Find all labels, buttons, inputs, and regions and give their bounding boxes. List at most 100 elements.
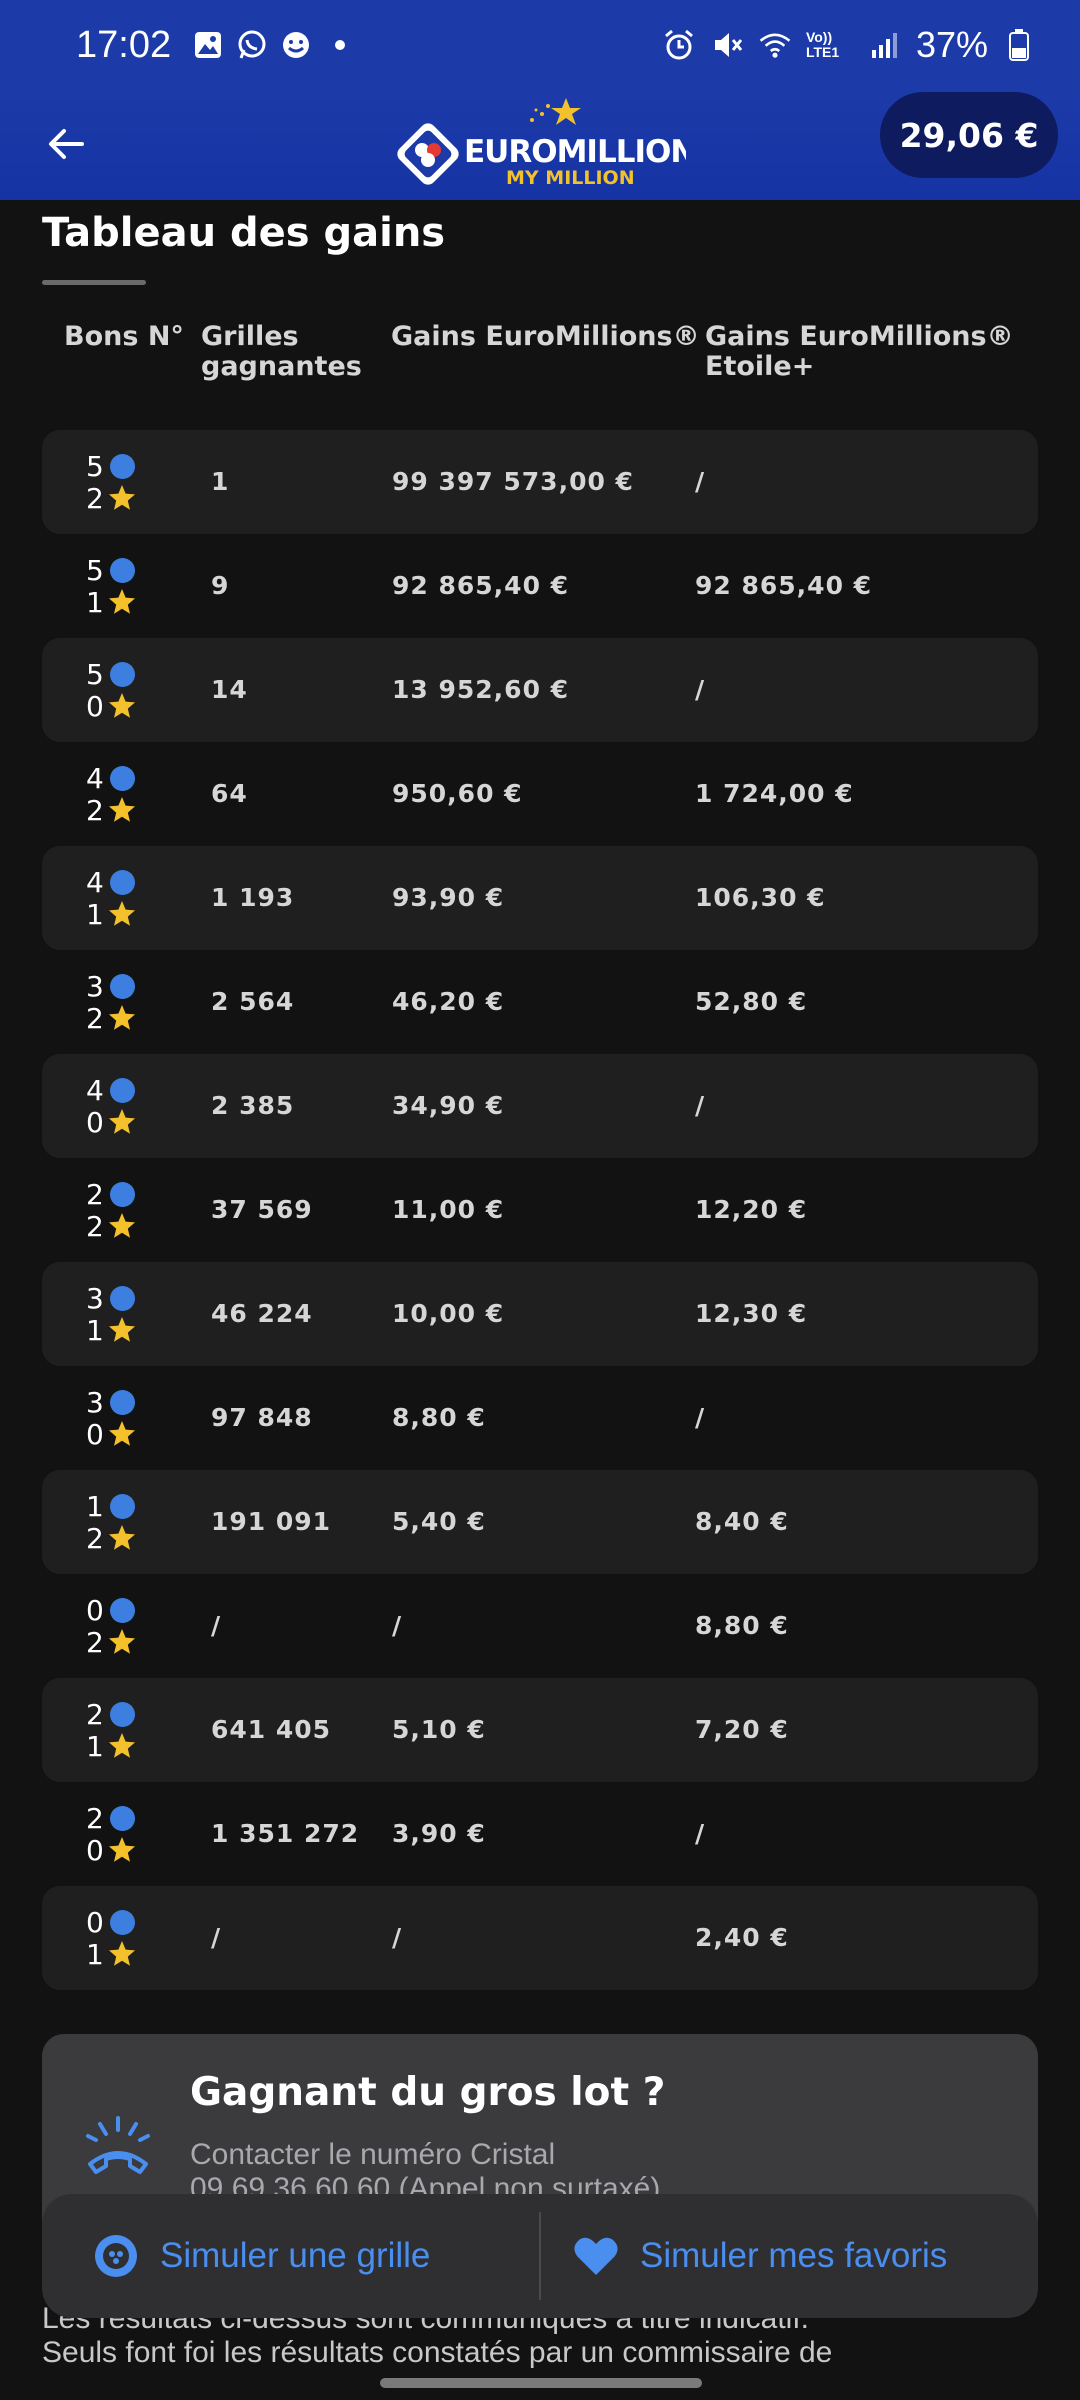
ball-icon: [109, 661, 135, 687]
more-notifications-dot-icon: [323, 28, 357, 62]
gains-etoile-plus: 12,20 €: [695, 1195, 808, 1224]
star-count: 2: [86, 793, 136, 827]
table-row: 2 2 37 569 11,00 € 12,20 €: [42, 1158, 1038, 1262]
grilles-gagnantes: 97 848: [211, 1403, 313, 1432]
title-underline: [42, 280, 146, 285]
gains-euromillions: /: [392, 1923, 403, 1952]
table-row: 5 1 9 92 865,40 € 92 865,40 €: [42, 534, 1038, 638]
ball-icon: [109, 1389, 135, 1415]
bons-numeros: 31: [86, 1282, 146, 1348]
ball-count-value: 3: [86, 1281, 104, 1315]
gains-euromillions: 950,60 €: [392, 779, 523, 808]
ball-count-value: 4: [86, 865, 104, 899]
star-count: 1: [86, 1314, 136, 1347]
signal-icon: [868, 28, 902, 62]
bons-numeros: 22: [86, 1178, 146, 1244]
simulate-favorites-button[interactable]: Simuler mes favoris: [572, 2194, 947, 2318]
mute-icon: [710, 28, 744, 62]
action-bar: Simuler une grille Simuler mes favoris: [42, 2194, 1038, 2318]
ball-icon: [109, 869, 135, 895]
star-count-value: 1: [86, 1729, 104, 1763]
header-grilles-line2: gagnantes: [201, 351, 362, 382]
grilles-gagnantes: 2 385: [211, 1091, 295, 1120]
grilles-gagnantes: 14: [211, 675, 248, 704]
bons-numeros: 20: [86, 1802, 146, 1868]
ball-icon: [109, 1181, 135, 1207]
ball-icon: [109, 765, 135, 791]
grilles-gagnantes: 1: [211, 467, 230, 496]
table-header: Bons N° Grilles gagnantes Gains EuroMill…: [0, 322, 1080, 392]
gains-etoile-plus: 52,80 €: [695, 987, 808, 1016]
gains-euromillions: 10,00 €: [392, 1299, 505, 1328]
ball-count-value: 2: [86, 1801, 104, 1835]
gains-etoile-plus: 7,20 €: [695, 1715, 789, 1744]
ball-count: 5: [86, 554, 135, 587]
notification-icons: [191, 28, 357, 62]
star-icon: [108, 1524, 136, 1552]
table-row: 40 2 385 34,90 € /: [42, 1054, 1038, 1158]
star-count: 2: [86, 1626, 136, 1659]
star-count: 2: [86, 482, 136, 515]
battery-icon: [1002, 28, 1036, 62]
ball-count: 3: [86, 1281, 135, 1315]
ball-count: 5: [86, 658, 135, 691]
ball-icon: [109, 557, 135, 583]
simulate-grid-label: Simuler une grille: [160, 2236, 431, 2275]
ball-count-value: 1: [86, 1489, 104, 1523]
gains-euromillions: 3,90 €: [392, 1819, 486, 1848]
star-count-value: 2: [86, 793, 104, 827]
lottery-ball-icon: [92, 2232, 140, 2280]
ball-count-value: 5: [86, 449, 104, 483]
bons-numeros: 32: [86, 970, 146, 1036]
table-row: 1 2 191 091 5,40 € 8,40 €: [42, 1470, 1038, 1574]
status-time: 17:02: [76, 23, 172, 66]
snapchat-face-icon: [279, 28, 313, 62]
star-count-value: 1: [86, 585, 104, 619]
ball-count: 3: [86, 1386, 135, 1419]
page-title: Tableau des gains: [42, 210, 446, 256]
ball-count: 5: [86, 449, 135, 483]
grilles-gagnantes: /: [211, 1923, 222, 1952]
table-row: 41 1 193 93,90 € 106,30 €: [42, 846, 1038, 950]
star-count: 2: [86, 1522, 136, 1555]
bons-numeros: 40: [86, 1074, 146, 1140]
star-icon: [108, 484, 136, 512]
ball-count: 4: [86, 1073, 135, 1107]
phone-ringing-icon: [82, 2112, 154, 2178]
grilles-gagnantes: 1 351 272: [211, 1819, 360, 1848]
gains-euromillions: 93,90 €: [392, 883, 505, 912]
star-icon: [108, 1212, 136, 1240]
star-count-value: 0: [86, 1417, 104, 1451]
header-bons: Bons N°: [64, 321, 184, 352]
star-icon: [108, 1420, 136, 1448]
simulate-grid-button[interactable]: Simuler une grille: [92, 2194, 430, 2318]
ball-icon: [109, 1077, 135, 1103]
battery-percent: 37%: [915, 24, 988, 65]
star-count: 0: [86, 1106, 136, 1139]
euromillions-logo: EUROMILLIONS MY MILLION: [396, 98, 718, 194]
ball-count-value: 4: [86, 1073, 104, 1107]
network-label: Vo)) LTE1: [805, 29, 840, 60]
bons-numeros: 21: [86, 1698, 146, 1764]
table-row: 5 0 14 13 952,60 € /: [42, 638, 1038, 742]
gains-etoile-plus: 8,80 €: [695, 1611, 789, 1640]
home-indicator[interactable]: [380, 2378, 702, 2388]
table-row: 0 2 / / 8,80 €: [42, 1574, 1038, 1678]
table-row: 5 2 1 99 397 573,00 € /: [42, 430, 1038, 534]
star-count-value: 2: [86, 1209, 104, 1243]
gains-euromillions: 11,00 €: [392, 1195, 505, 1224]
jackpot-title: Gagnant du gros lot ?: [190, 2070, 666, 2115]
table-row: 4 2 64 950,60 € 1 724,00 €: [42, 742, 1038, 846]
balance-badge[interactable]: 29,06 €: [880, 92, 1058, 178]
star-icon: [108, 1628, 136, 1656]
bons-numeros: 51: [86, 554, 146, 620]
action-divider: [539, 2212, 541, 2300]
ball-count-value: 4: [86, 761, 104, 795]
ball-count: 3: [86, 970, 135, 1003]
back-arrow-icon[interactable]: [38, 116, 94, 172]
star-count: 1: [86, 1938, 136, 1971]
table-row: 32 2 564 46,20 € 52,80 €: [42, 950, 1038, 1054]
gains-etoile-plus: /: [695, 675, 706, 704]
gains-euromillions: 5,10 €: [392, 1715, 486, 1744]
star-icon: [108, 692, 136, 720]
